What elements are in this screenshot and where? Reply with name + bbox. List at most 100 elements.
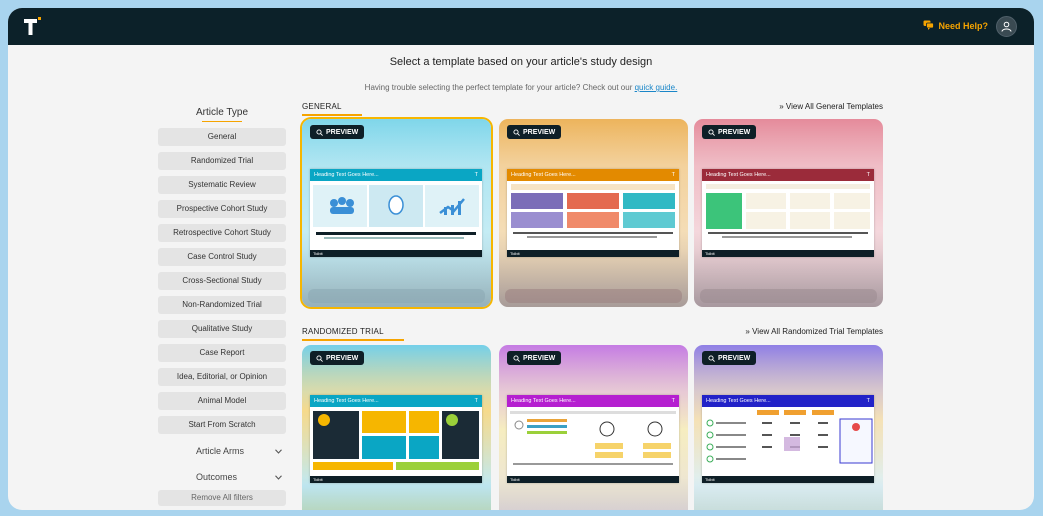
tidbit-mini-logo: T xyxy=(474,172,478,178)
user-icon xyxy=(1001,21,1012,32)
need-help-label: Need Help? xyxy=(938,21,988,31)
thumbnail-body xyxy=(706,410,873,464)
preview-button[interactable]: PREVIEW xyxy=(702,351,757,365)
tidbit-mini-logo: T xyxy=(671,398,675,404)
page-subtitle: Having trouble selecting the perfect tem… xyxy=(8,83,1034,92)
tidbit-mini-logo: T xyxy=(474,398,478,404)
blurred-footer xyxy=(700,289,877,303)
template-thumbnail: Heading Text Goes Here... T Tidbit xyxy=(507,169,679,257)
template-thumbnail: Heading Text Goes Here... T Tidbit xyxy=(702,395,874,483)
thumbnail-heading: Heading Text Goes Here... xyxy=(511,172,576,178)
user-avatar-button[interactable] xyxy=(996,16,1017,37)
view-all-randomized-link[interactable]: » View All Randomized Trial Templates xyxy=(745,327,883,336)
tidbit-logo[interactable] xyxy=(24,17,42,37)
outcomes-toggle[interactable]: Outcomes xyxy=(158,468,286,486)
template-thumbnail: Heading Text Goes Here... T Tidbit xyxy=(702,169,874,257)
subtitle-text: Having trouble selecting the perfect tem… xyxy=(364,83,633,92)
filter-general[interactable]: General xyxy=(158,128,286,146)
template-card-general-2[interactable]: Heading Text Goes Here... T Tidbit PREVI… xyxy=(499,119,688,307)
thumbnail-footer: Tidbit xyxy=(507,250,679,257)
thumbnail-heading: Heading Text Goes Here... xyxy=(706,172,771,178)
template-card-randomized-2[interactable]: Heading Text Goes Here... T Tidbit PREVI… xyxy=(499,345,688,510)
filter-cross-sectional[interactable]: Cross-Sectional Study xyxy=(158,272,286,290)
filter-retrospective-cohort[interactable]: Retrospective Cohort Study xyxy=(158,224,286,242)
preview-label: PREVIEW xyxy=(718,128,751,136)
template-thumbnail: Heading Text Goes Here... T Tidbit xyxy=(310,395,482,483)
filter-animal-model[interactable]: Animal Model xyxy=(158,392,286,410)
thumbnail-footer: Tidbit xyxy=(702,476,874,483)
template-card-randomized-3[interactable]: Heading Text Goes Here... T Tidbit PREVI… xyxy=(694,345,883,510)
tidbit-mini-logo: T xyxy=(866,398,870,404)
thumbnail-header: Heading Text Goes Here... T xyxy=(702,169,874,181)
app-window: Need Help? Select a template based on yo… xyxy=(8,8,1034,510)
remove-all-filters-button[interactable]: Remove All filters xyxy=(158,490,286,506)
preview-label: PREVIEW xyxy=(326,128,359,136)
thumbnail-body xyxy=(706,184,870,238)
preview-button[interactable]: PREVIEW xyxy=(507,351,562,365)
template-card-general-1[interactable]: Heading Text Goes Here... T Tidbit PREVI… xyxy=(302,119,491,307)
preview-label: PREVIEW xyxy=(326,354,359,362)
thumbnail-heading: Heading Text Goes Here... xyxy=(314,172,379,178)
randomized-section-header: RANDOMIZED TRIAL » View All Randomized T… xyxy=(302,327,883,343)
template-card-general-3[interactable]: Heading Text Goes Here... T Tidbit PREVI… xyxy=(694,119,883,307)
view-all-general-link[interactable]: » View All General Templates xyxy=(779,102,883,111)
filter-sidebar: Article Type General Randomized Trial Sy… xyxy=(158,106,286,506)
tidbit-mini-logo: T xyxy=(866,172,870,178)
filter-editorial-opinion[interactable]: Idea, Editorial, or Opinion xyxy=(158,368,286,386)
view-all-general-label: View All General Templates xyxy=(785,102,883,111)
chat-help-icon xyxy=(923,20,935,32)
preview-button[interactable]: PREVIEW xyxy=(310,125,365,139)
thumbnail-body xyxy=(510,411,676,465)
preview-label: PREVIEW xyxy=(523,128,556,136)
general-section-title: GENERAL xyxy=(302,102,362,116)
template-card-randomized-1[interactable]: Heading Text Goes Here... T Tidbit PREVI… xyxy=(302,345,491,510)
search-icon xyxy=(316,354,323,362)
blurred-footer xyxy=(308,289,485,303)
page-title: Select a template based on your article'… xyxy=(389,56,653,68)
search-icon xyxy=(513,354,520,362)
thumbnail-header: Heading Text Goes Here... T xyxy=(310,395,482,407)
thumbnail-body xyxy=(313,411,479,470)
thumbnail-body xyxy=(313,185,479,239)
thumbnail-header: Heading Text Goes Here... T xyxy=(507,169,679,181)
thumbnail-footer: Tidbit xyxy=(702,250,874,257)
double-chevron-icon: » xyxy=(745,327,750,336)
general-section-header: GENERAL » View All General Templates xyxy=(302,102,883,118)
chevron-down-icon xyxy=(275,474,282,480)
filter-non-randomized-trial[interactable]: Non-Randomized Trial xyxy=(158,296,286,314)
article-arms-label: Article Arms xyxy=(196,446,245,456)
thumbnail-heading: Heading Text Goes Here... xyxy=(706,398,771,404)
thumbnail-heading: Heading Text Goes Here... xyxy=(314,398,379,404)
preview-button[interactable]: PREVIEW xyxy=(310,351,365,365)
filter-systematic-review[interactable]: Systematic Review xyxy=(158,176,286,194)
thumbnail-header: Heading Text Goes Here... T xyxy=(310,169,482,181)
preview-label: PREVIEW xyxy=(523,354,556,362)
search-icon xyxy=(513,128,520,136)
filter-prospective-cohort[interactable]: Prospective Cohort Study xyxy=(158,200,286,218)
view-all-randomized-label: View All Randomized Trial Templates xyxy=(752,327,883,336)
thumbnail-footer: Tidbit xyxy=(310,250,482,257)
chevron-down-icon xyxy=(275,448,282,454)
filter-case-control[interactable]: Case Control Study xyxy=(158,248,286,266)
filter-randomized-trial[interactable]: Randomized Trial xyxy=(158,152,286,170)
thumbnail-footer: Tidbit xyxy=(507,476,679,483)
thumbnail-header: Heading Text Goes Here... T xyxy=(702,395,874,407)
article-arms-toggle[interactable]: Article Arms xyxy=(158,442,286,460)
search-icon xyxy=(708,128,715,136)
quick-guide-link[interactable]: quick guide. xyxy=(635,83,678,92)
preview-button[interactable]: PREVIEW xyxy=(507,125,562,139)
filter-case-report[interactable]: Case Report xyxy=(158,344,286,362)
template-thumbnail: Heading Text Goes Here... T Tidbit xyxy=(310,169,482,257)
preview-label: PREVIEW xyxy=(718,354,751,362)
blurred-footer xyxy=(505,289,682,303)
thumbnail-header: Heading Text Goes Here... T xyxy=(507,395,679,407)
randomized-section-title: RANDOMIZED TRIAL xyxy=(302,327,404,341)
thumbnail-heading: Heading Text Goes Here... xyxy=(511,398,576,404)
top-bar: Need Help? xyxy=(8,8,1034,45)
double-chevron-icon: » xyxy=(779,102,784,111)
filter-qualitative-study[interactable]: Qualitative Study xyxy=(158,320,286,338)
thumbnail-footer: Tidbit xyxy=(310,476,482,483)
preview-button[interactable]: PREVIEW xyxy=(702,125,757,139)
filter-start-from-scratch[interactable]: Start From Scratch xyxy=(158,416,286,434)
need-help-link[interactable]: Need Help? xyxy=(923,20,988,32)
